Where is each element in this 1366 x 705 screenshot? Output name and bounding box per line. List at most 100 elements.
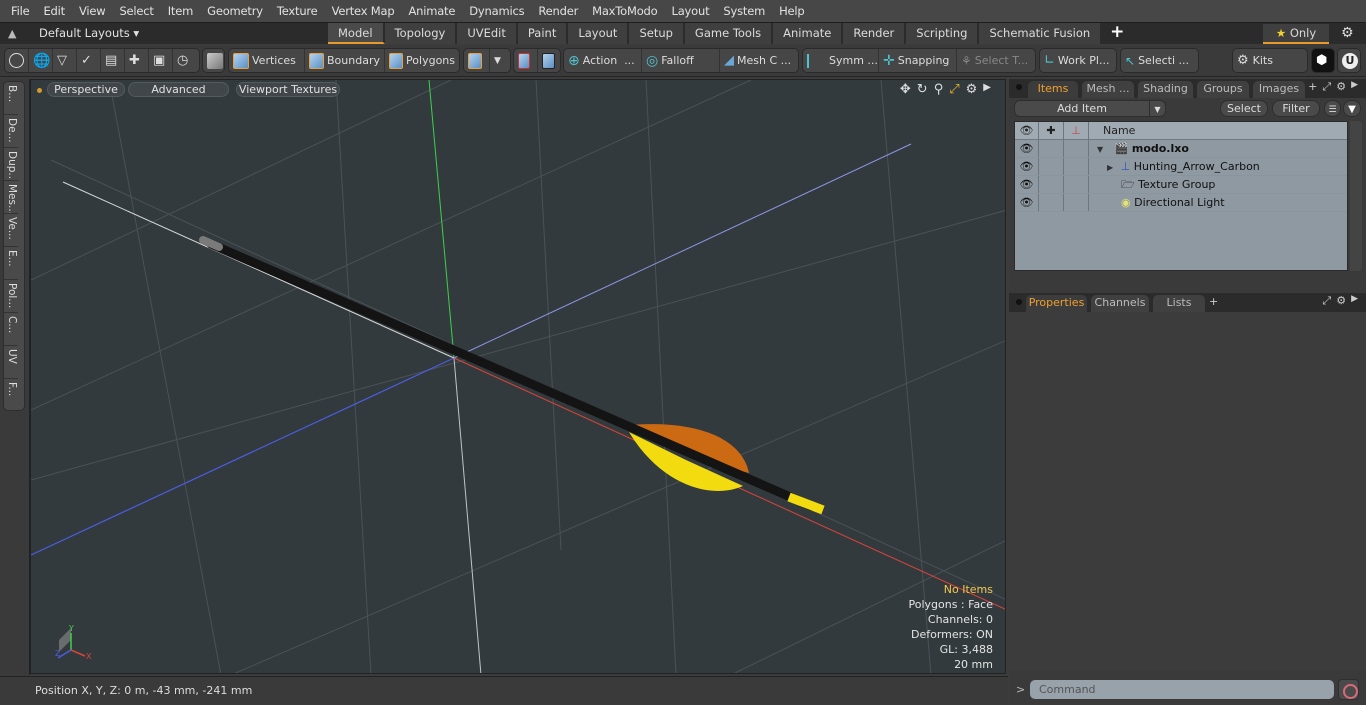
square-button[interactable]: ▣ — [149, 49, 173, 72]
tab-shading[interactable]: Shading — [1138, 81, 1193, 98]
tab-setup[interactable]: Setup — [629, 23, 685, 44]
command-input[interactable]: Command — [1030, 680, 1334, 699]
menu-view[interactable]: View — [72, 4, 113, 18]
record-macro-button[interactable] — [1338, 679, 1359, 700]
select-through-button[interactable]: ⚘ Select T... — [957, 49, 1035, 72]
menu-animate[interactable]: Animate — [401, 4, 462, 18]
add-item-button[interactable]: Add Item — [1014, 100, 1150, 117]
advanced-shading-button[interactable]: Advanced — [128, 82, 229, 97]
tab-animate[interactable]: Animate — [773, 23, 844, 44]
item-list-scrollbar[interactable] — [1350, 121, 1362, 271]
expand-panel-icon[interactable]: ⤢ — [1322, 294, 1331, 308]
pivot-button[interactable] — [514, 49, 538, 72]
funnel-filter-button[interactable]: ▼ — [1343, 100, 1361, 117]
snapping-button[interactable]: ✛ Snapping — [879, 49, 957, 72]
unreal-button[interactable]: U — [1338, 49, 1362, 72]
tab-game-tools[interactable]: Game Tools — [684, 23, 774, 44]
select-button[interactable]: Select — [1220, 100, 1268, 117]
tree-row-light[interactable]: 👁 ◉ Directional Light — [1015, 194, 1347, 212]
add-tab-icon[interactable]: + — [1209, 295, 1218, 308]
filter-button[interactable]: Filter — [1272, 100, 1320, 117]
tab-channels[interactable]: Channels — [1091, 295, 1149, 312]
symmetry-button[interactable]: Symm ... — [803, 49, 879, 72]
lasso-button[interactable]: ✓ — [77, 49, 101, 72]
expand-right-icon[interactable]: ▶ — [983, 82, 991, 97]
pen-tool-button[interactable]: ▽ — [53, 49, 77, 72]
visibility-toggle[interactable]: 👁 — [1015, 194, 1039, 211]
zoom-icon[interactable]: ⚲ — [934, 82, 944, 97]
3d-viewport[interactable]: Y X Z Perspective Advanced Viewport Text… — [30, 79, 1006, 674]
panel-menu-arrow-icon[interactable]: ▶ — [1351, 294, 1358, 308]
tab-model[interactable]: Model — [328, 23, 385, 44]
tab-layout[interactable]: Layout — [568, 23, 630, 44]
name-column-header[interactable]: Name — [1089, 122, 1347, 139]
menu-edit[interactable]: Edit — [36, 4, 71, 18]
visibility-column-header[interactable]: 👁 — [1015, 122, 1039, 139]
expand-panel-icon[interactable]: ⤢ — [1322, 80, 1331, 94]
rotate-icon[interactable]: ↻ — [917, 82, 928, 97]
tab-topology[interactable]: Topology — [384, 23, 458, 44]
globe-button[interactable]: 🌐 — [29, 49, 53, 72]
panel-options-dot[interactable] — [1016, 299, 1022, 305]
menu-render[interactable]: Render — [531, 4, 585, 18]
type-column-header[interactable]: ⊥ — [1064, 122, 1089, 139]
circle-select-button[interactable] — [5, 49, 29, 72]
menu-texture[interactable]: Texture — [270, 4, 325, 18]
action-center-button[interactable]: ⊕ Action ... — [564, 49, 642, 72]
panel-options-dot[interactable] — [1016, 84, 1022, 90]
collapse-triangle-icon[interactable]: ▼ — [1097, 145, 1103, 154]
menu-select[interactable]: Select — [112, 4, 160, 18]
tool-tab-deform[interactable]: De... — [4, 115, 18, 148]
tab-paint[interactable]: Paint — [517, 23, 569, 44]
add-item-dropdown[interactable]: ▼ — [1149, 100, 1166, 117]
tab-mesh[interactable]: Mesh ... — [1082, 81, 1134, 98]
tab-items[interactable]: Items — [1028, 81, 1078, 98]
expand-triangle-icon[interactable]: ▶ — [1107, 163, 1113, 172]
pan-icon[interactable]: ✥ — [900, 82, 911, 97]
unity-button[interactable]: ⬢ — [1312, 49, 1331, 72]
tab-lists[interactable]: Lists — [1153, 295, 1205, 312]
tab-images[interactable]: Images — [1253, 81, 1305, 98]
tab-schematic-fusion[interactable]: Schematic Fusion — [979, 23, 1103, 44]
tree-row-scene[interactable]: 👁 ▼ 🎬 modo.lxo — [1015, 140, 1347, 158]
tab-render[interactable]: Render — [843, 23, 907, 44]
tool-tab-fusion[interactable]: F... — [4, 379, 18, 412]
workplane-button[interactable]: ∟ Work Pl... — [1040, 49, 1113, 72]
polygons-button[interactable]: Polygons — [385, 49, 459, 72]
visibility-toggle[interactable]: 👁 — [1015, 140, 1039, 157]
menu-layout[interactable]: Layout — [665, 4, 717, 18]
tab-groups[interactable]: Groups — [1197, 81, 1249, 98]
lock-column-header[interactable]: ✚ — [1039, 122, 1064, 139]
tree-row-texture-group[interactable]: 👁 🗁 Texture Group — [1015, 176, 1347, 194]
only-toggle[interactable]: ★ Only — [1263, 24, 1329, 44]
panel-menu-arrow-icon[interactable]: ▶ — [1351, 80, 1358, 94]
add-tab-button[interactable]: + — [1102, 23, 1132, 45]
menu-geometry[interactable]: Geometry — [200, 4, 270, 18]
menu-system[interactable]: System — [716, 4, 772, 18]
mesh-constraint-button[interactable]: ◢ Mesh C ... — [720, 49, 798, 72]
material-mode-button[interactable] — [464, 49, 490, 72]
tool-tab-uv[interactable]: UV — [4, 346, 18, 379]
tool-tab-curve[interactable]: C... — [4, 313, 18, 346]
tree-row-mesh[interactable]: 👁 ▶ ⊥ Hunting_Arrow_Carbon — [1015, 158, 1347, 176]
visibility-toggle[interactable]: 👁 — [1015, 176, 1039, 193]
menu-dynamics[interactable]: Dynamics — [462, 4, 531, 18]
menu-help[interactable]: Help — [772, 4, 811, 18]
viewport-options-dot[interactable] — [37, 88, 42, 93]
boundary-button[interactable]: Boundary — [305, 49, 385, 72]
panel-gear-icon[interactable]: ⚙ — [1336, 80, 1346, 94]
timer-button[interactable]: ◷ — [173, 49, 197, 72]
selection-sets-button[interactable]: ↖ Selecti ... — [1121, 49, 1193, 72]
menu-item[interactable]: Item — [161, 4, 200, 18]
maximize-icon[interactable]: ⤢ — [949, 82, 959, 97]
layouts-dropdown[interactable]: Default Layouts ▾ — [39, 26, 139, 40]
menu-file[interactable]: File — [4, 4, 36, 18]
viewport-textures-button[interactable]: Viewport Textures — [236, 82, 340, 97]
view-mode-button[interactable]: Perspective — [47, 82, 125, 97]
tool-tab-mesh[interactable]: Mes... — [4, 181, 18, 214]
tool-tab-duplicate[interactable]: Dup... — [4, 148, 18, 181]
panel-gear-icon[interactable]: ⚙ — [1336, 294, 1346, 308]
viewport-gear-icon[interactable]: ⚙ — [966, 82, 978, 97]
collapse-up-icon[interactable]: ▲ — [8, 27, 16, 40]
kits-button[interactable]: ⚙ Kits — [1233, 49, 1277, 72]
